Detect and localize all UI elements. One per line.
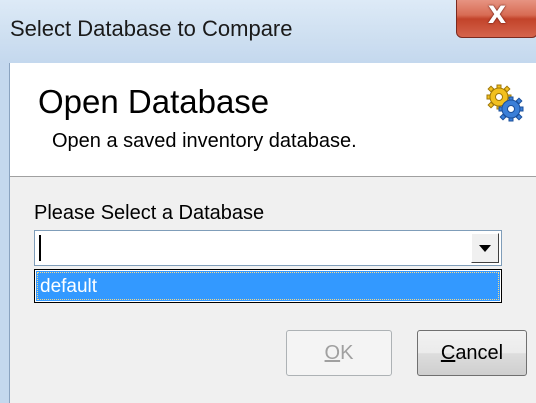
dropdown-button[interactable] (471, 233, 499, 263)
title-bar: Select Database to Compare X (0, 0, 536, 63)
window-title: Select Database to Compare (10, 16, 293, 41)
chevron-down-icon (479, 245, 491, 252)
close-button[interactable]: X (456, 0, 536, 38)
gears-icon (486, 84, 524, 122)
list-item-label: default (40, 276, 98, 297)
ok-button[interactable]: OK (286, 330, 392, 376)
ok-label-rest: K (340, 342, 354, 364)
page-title: Open Database (38, 83, 270, 120)
database-combobox[interactable] (34, 230, 502, 266)
text-caret (39, 235, 41, 261)
cancel-mnemonic: C (440, 342, 456, 364)
close-icon: X (487, 1, 507, 29)
window-frame (0, 63, 10, 403)
page-subtitle: Open a saved inventory database. (52, 130, 357, 152)
cancel-button[interactable]: Cancel (417, 330, 527, 376)
header-panel: Open Database Open a saved inventory dat… (10, 63, 536, 177)
database-select-label: Please Select a Database (34, 202, 265, 224)
list-item[interactable]: default (36, 271, 500, 301)
cancel-label-rest: ancel (455, 342, 504, 364)
ok-mnemonic: O (324, 342, 341, 364)
database-dropdown-list: default (34, 269, 502, 303)
